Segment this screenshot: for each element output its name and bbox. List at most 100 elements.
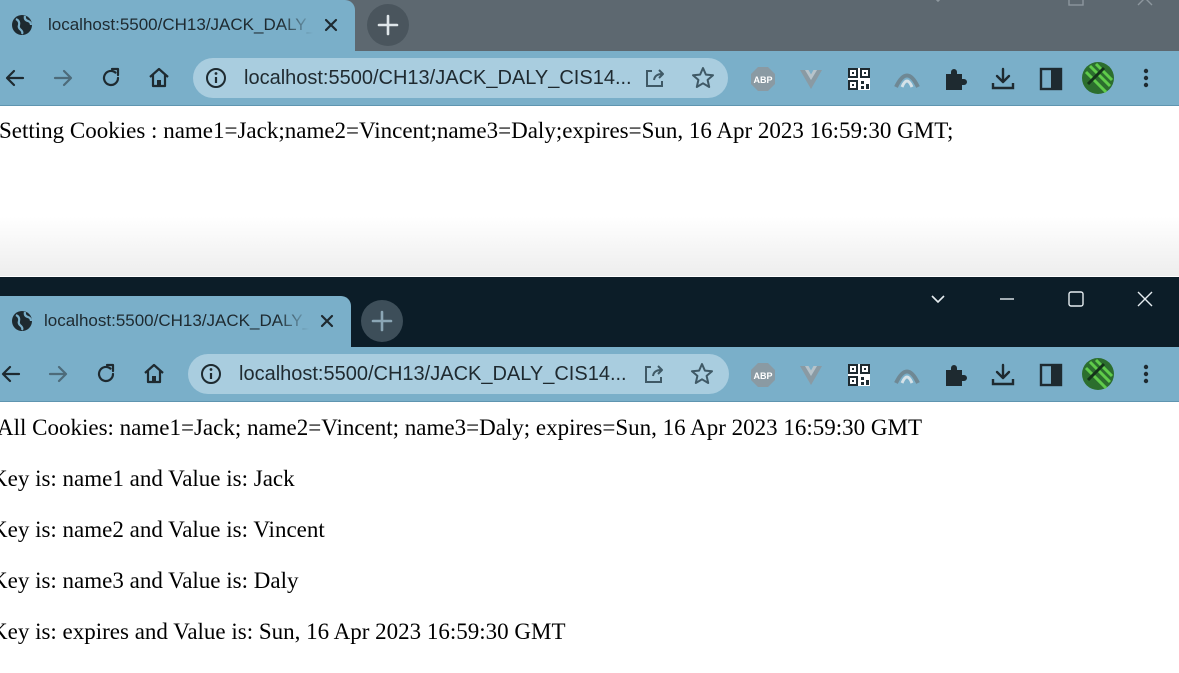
browser-window-background: localhost:5500/CH13/JACK_DALY_CIS14 (0, 0, 1179, 276)
tab-search-button[interactable] (918, 0, 958, 18)
setting-cookies-text: Setting Cookies : name1=Jack;name2=Vince… (0, 118, 954, 143)
downloads-button[interactable] (982, 354, 1022, 394)
plus-icon (371, 310, 393, 332)
cookie-key-value-line: Key is: name3 and Value is: Daly (0, 568, 299, 593)
reload-button[interactable] (91, 58, 131, 98)
maximize-icon (1068, 291, 1084, 307)
close-tab-icon[interactable] (321, 15, 341, 35)
extensions-button[interactable] (934, 58, 974, 98)
close-icon (1137, 0, 1153, 6)
back-button[interactable] (0, 354, 31, 394)
side-panel-button[interactable] (1030, 58, 1070, 98)
adblock-plus-icon: ABP (751, 67, 775, 91)
tab-strip: localhost:5500/CH13/JACK_DALY_CIS14 (0, 277, 1179, 347)
site-info-icon[interactable] (200, 363, 222, 385)
address-bar[interactable]: localhost:5500/CH13/JACK_DALY_CIS14... (188, 354, 729, 394)
minimize-button[interactable] (987, 279, 1027, 319)
all-cookies-text: All Cookies: name1=Jack; name2=Vincent; … (0, 415, 922, 440)
extension-qr-code[interactable] (838, 58, 878, 98)
maximize-icon (1068, 0, 1084, 6)
back-button[interactable] (0, 58, 35, 98)
browser-tab-active[interactable]: localhost:5500/CH13/JACK_DALY_CIS14 (0, 296, 351, 347)
home-icon (144, 363, 164, 384)
tab-title: localhost:5500/CH13/JACK_DALY_CIS14 (44, 311, 309, 330)
vue-devtools-icon (800, 366, 822, 385)
extension-vue-devtools[interactable] (790, 58, 830, 98)
cookie-key-value-line: Key is: name2 and Value is: Vincent (0, 517, 325, 542)
home-icon (149, 67, 169, 88)
side-panel-icon (1039, 363, 1063, 387)
maximize-button[interactable] (1056, 0, 1096, 18)
close-tab-icon[interactable] (317, 311, 337, 331)
new-tab-button[interactable] (361, 300, 403, 342)
side-panel-button[interactable] (1030, 354, 1070, 394)
download-icon (991, 363, 1015, 386)
window-shadow (0, 216, 1179, 276)
browser-window-foreground: localhost:5500/CH13/JACK_DALY_CIS14 (0, 277, 1179, 673)
forward-button[interactable] (43, 58, 83, 98)
maximize-button[interactable] (1056, 279, 1096, 319)
minimize-icon (997, 0, 1017, 8)
vpn-arc-icon (894, 369, 920, 384)
share-icon[interactable] (641, 361, 667, 387)
globe-icon (10, 13, 34, 37)
extension-adblock[interactable]: ABP (742, 354, 782, 394)
download-icon (991, 67, 1015, 90)
arrow-right-icon (53, 69, 73, 87)
browser-tab-active[interactable]: localhost:5500/CH13/JACK_DALY_CIS14 (0, 0, 355, 51)
tab-search-button[interactable] (918, 279, 958, 319)
site-info-icon[interactable] (205, 67, 227, 89)
downloads-button[interactable] (982, 58, 1022, 98)
globe-icon (10, 309, 34, 333)
menu-button[interactable] (1126, 354, 1166, 394)
new-tab-button[interactable] (367, 4, 409, 46)
menu-button[interactable] (1126, 58, 1166, 98)
extension-vue-devtools[interactable] (790, 354, 830, 394)
extension-qr-code[interactable] (838, 354, 878, 394)
tab-strip: localhost:5500/CH13/JACK_DALY_CIS14 (0, 0, 1179, 51)
avatar-icon (1082, 358, 1114, 390)
minimize-icon (1000, 298, 1014, 300)
chevron-down-icon (935, 0, 941, 3)
extension-vpn[interactable] (886, 354, 926, 394)
extension-vpn[interactable] (886, 58, 926, 98)
home-button[interactable] (139, 58, 179, 98)
address-bar[interactable]: localhost:5500/CH13/JACK_DALY_CIS14... (193, 58, 728, 98)
bookmark-star-icon[interactable] (690, 65, 716, 91)
close-window-button[interactable] (1125, 279, 1165, 319)
share-icon[interactable] (642, 65, 668, 91)
close-window-button[interactable] (1125, 0, 1165, 18)
close-icon (1137, 291, 1153, 307)
tab-title: localhost:5500/CH13/JACK_DALY_CIS14 (48, 15, 313, 34)
minimize-button[interactable] (987, 0, 1027, 18)
extension-adblock[interactable]: ABP (742, 58, 782, 98)
arrow-left-icon (5, 69, 25, 87)
adblock-label: ABP (753, 371, 772, 381)
qr-code-icon (848, 68, 870, 90)
url-text: localhost:5500/CH13/JACK_DALY_CIS14... (244, 67, 632, 89)
page-content: All Cookies: name1=Jack; name2=Vincent; … (0, 402, 1179, 673)
browser-toolbar: localhost:5500/CH13/JACK_DALY_CIS14... A… (0, 347, 1179, 402)
qr-code-icon (848, 364, 870, 386)
reload-icon (102, 67, 120, 87)
chevron-down-icon (931, 295, 945, 304)
profile-button[interactable] (1078, 58, 1118, 98)
arrow-right-icon (48, 365, 68, 383)
vpn-arc-icon (894, 73, 920, 88)
reload-icon (97, 363, 115, 383)
plus-icon (377, 14, 399, 36)
reload-button[interactable] (86, 354, 126, 394)
kebab-menu-icon (1143, 364, 1149, 384)
bookmark-star-icon[interactable] (689, 361, 715, 387)
cookie-key-value-line: Key is: name1 and Value is: Jack (0, 466, 295, 491)
arrow-left-icon (1, 365, 21, 383)
avatar-icon (1082, 62, 1114, 94)
cookie-key-value-line: Key is: expires and Value is: Sun, 16 Ap… (0, 619, 566, 644)
extensions-button[interactable] (934, 354, 974, 394)
puzzle-icon (946, 365, 967, 386)
browser-toolbar: localhost:5500/CH13/JACK_DALY_CIS14... A… (0, 51, 1179, 106)
profile-button[interactable] (1078, 354, 1118, 394)
side-panel-icon (1039, 67, 1063, 91)
forward-button[interactable] (38, 354, 78, 394)
home-button[interactable] (134, 354, 174, 394)
